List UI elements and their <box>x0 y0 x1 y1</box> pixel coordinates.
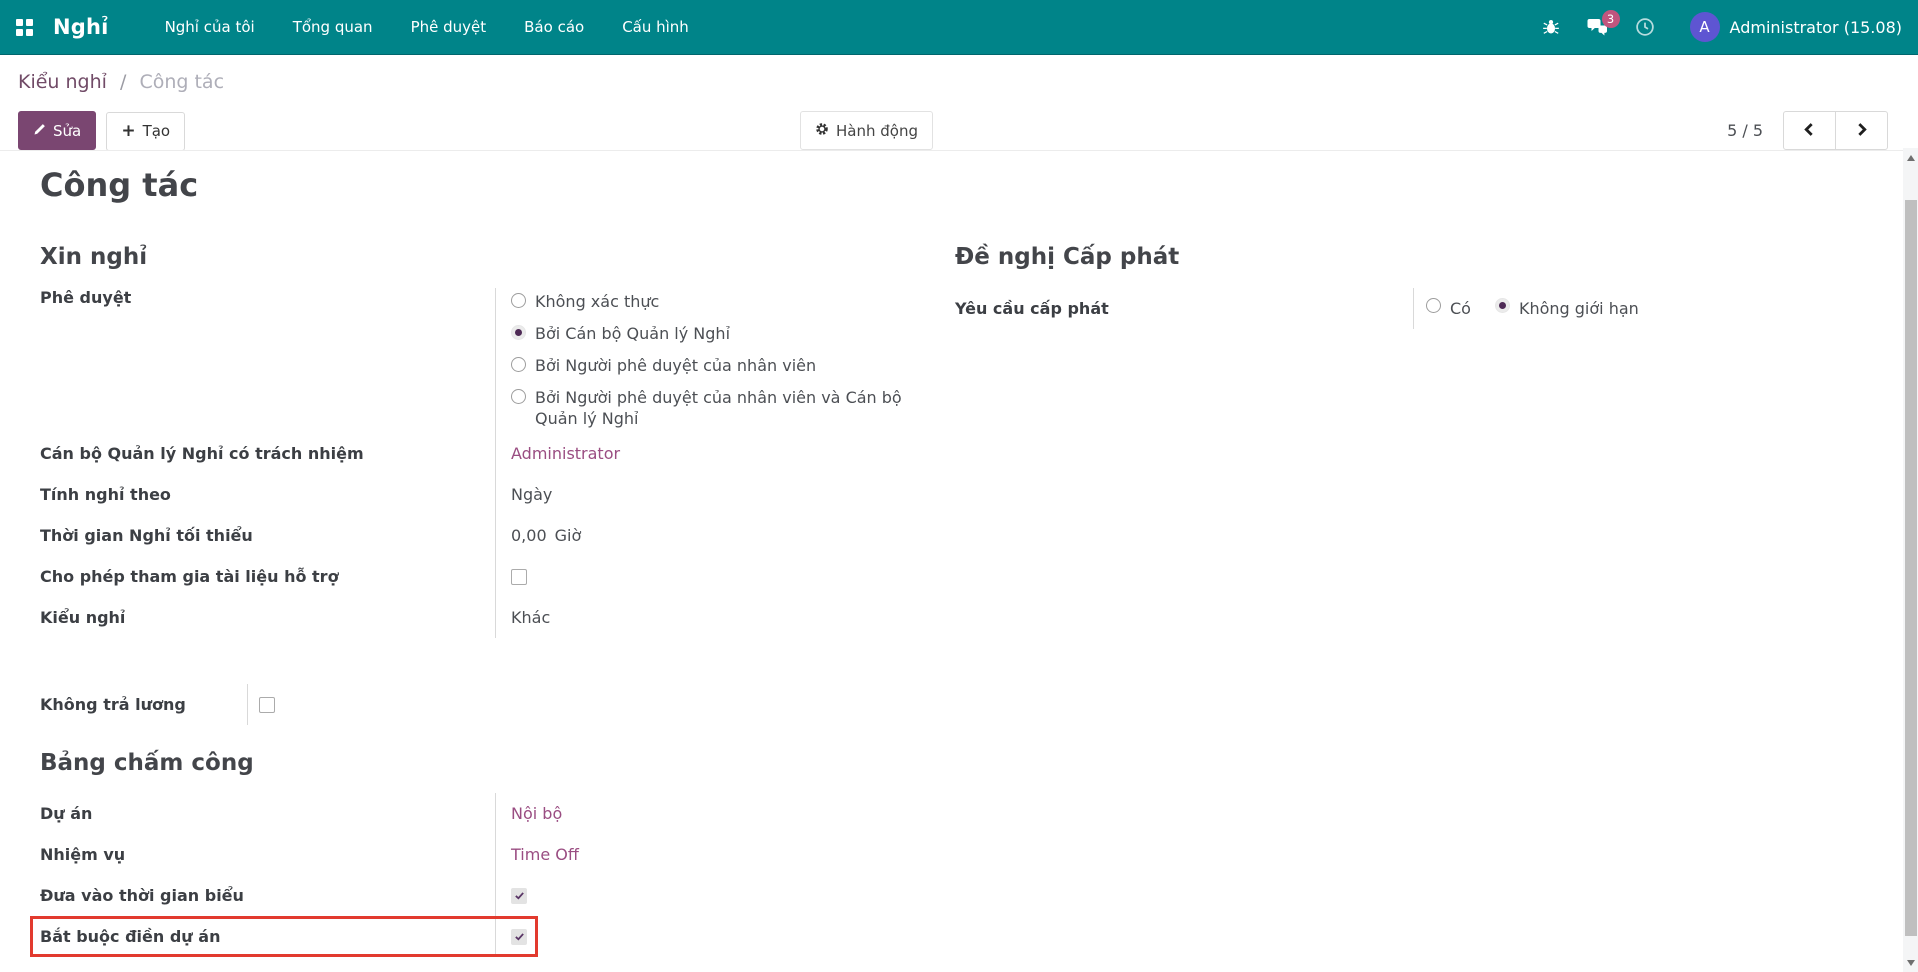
approval-radio-group: Không xác thực Bởi Cán bộ Quản lý Nghỉ B… <box>511 291 920 429</box>
top-navbar: Nghỉ Nghỉ của tôi Tổng quan Phê duyệt Bá… <box>0 0 1918 55</box>
field-label-allow-attach-document: Cho phép tham gia tài liệu hỗ trợ <box>40 567 495 586</box>
radio-option-no-validation: Không xác thực <box>511 291 920 312</box>
force-project-fill-checkbox <box>511 929 527 945</box>
radio-icon <box>511 357 526 372</box>
vertical-scrollbar[interactable] <box>1903 148 1918 972</box>
control-panel-buttons: Sửa + Tạo Hành động 5 / 5 <box>18 111 1888 150</box>
radio-selected-icon <box>1495 298 1510 313</box>
minimum-duration-value: 0,00 <box>511 526 547 545</box>
chevron-right-icon <box>1855 121 1868 140</box>
pager-count: 5 / 5 <box>1727 121 1763 140</box>
responsible-officer-link[interactable]: Administrator <box>511 444 620 463</box>
chat-unread-badge: 3 <box>1602 10 1620 28</box>
control-panel-divider <box>0 150 1918 151</box>
section-heading-timesheet: Bảng chấm công <box>40 750 254 776</box>
edit-button[interactable]: Sửa <box>18 111 96 150</box>
take-time-off-in-value: Ngày <box>511 485 552 504</box>
include-in-timesheet-checkbox <box>511 888 527 904</box>
field-label-unpaid: Không trả lương <box>40 695 247 714</box>
main-menu: Nghỉ của tôi Tổng quan Phê duyệt Báo cáo… <box>165 0 689 54</box>
user-name: Administrator (15.08) <box>1730 18 1902 37</box>
pager-previous-button[interactable] <box>1783 111 1836 150</box>
scrollbar-thumb[interactable] <box>1905 200 1917 936</box>
chevron-left-icon <box>1803 121 1816 140</box>
unpaid-checkbox <box>259 697 275 713</box>
breadcrumb-parent-link[interactable]: Kiểu nghỉ <box>18 71 107 93</box>
field-label-force-project-fill: Bắt buộc điền dự án <box>40 927 495 946</box>
check-icon <box>514 890 525 901</box>
field-label-responsible-officer: Cán bộ Quản lý Nghỉ có trách nhiệm <box>40 444 495 463</box>
field-label-task: Nhiệm vụ <box>40 845 495 864</box>
section-heading-leave-request: Xin nghỉ <box>40 244 147 270</box>
menu-item-configuration[interactable]: Cấu hình <box>622 0 689 54</box>
pencil-icon <box>33 122 46 140</box>
kind-of-leave-value: Khác <box>511 608 550 627</box>
action-menu-button[interactable]: Hành động <box>800 111 933 150</box>
messages-chat-icon[interactable]: 3 <box>1587 18 1608 36</box>
breadcrumb: Kiểu nghỉ / Công tác <box>18 71 224 93</box>
field-label-minimum-duration: Thời gian Nghỉ tối thiểu <box>40 526 495 545</box>
field-label-approval: Phê duyệt <box>40 288 495 307</box>
create-button[interactable]: + Tạo <box>106 112 185 151</box>
radio-option-by-employee-approver: Bởi Người phê duyệt của nhân viên <box>511 355 920 376</box>
menu-item-reporting[interactable]: Báo cáo <box>524 0 584 54</box>
radio-option-no-limit: Không giới hạn <box>1495 298 1639 319</box>
requires-allocation-radio-group: Có Không giới hạn <box>1426 298 1639 319</box>
radio-icon <box>1426 298 1441 313</box>
menu-item-overview[interactable]: Tổng quan <box>293 0 373 54</box>
allow-attach-document-checkbox <box>511 569 527 585</box>
menu-item-approvals[interactable]: Phê duyệt <box>411 0 487 54</box>
radio-selected-icon <box>511 325 526 340</box>
field-label-take-time-off-in: Tính nghỉ theo <box>40 485 495 504</box>
user-menu[interactable]: A Administrator (15.08) <box>1690 12 1902 42</box>
breadcrumb-separator: / <box>120 71 126 93</box>
breadcrumb-current: Công tác <box>139 71 224 93</box>
radio-option-by-time-off-officer: Bởi Cán bộ Quản lý Nghỉ <box>511 323 920 344</box>
field-label-requires-allocation: Yêu cầu cấp phát <box>955 299 1413 318</box>
radio-icon <box>511 293 526 308</box>
leave-request-field-group: Phê duyệt Không xác thực Bởi Cán bộ Quản… <box>40 288 940 638</box>
minimum-duration-unit: Giờ <box>555 526 582 545</box>
record-title: Công tác <box>40 166 198 204</box>
section-heading-allocation: Đề nghị Cấp phát <box>955 244 1179 270</box>
navbar-right: 3 A Administrator (15.08) <box>1542 12 1902 42</box>
scrollbar-down-arrow[interactable] <box>1903 955 1918 970</box>
plus-icon: + <box>121 123 135 140</box>
radio-option-by-both: Bởi Người phê duyệt của nhân viên và Cán… <box>511 387 920 429</box>
apps-menu-icon[interactable] <box>16 19 33 36</box>
scrollbar-up-arrow[interactable] <box>1903 150 1918 165</box>
field-label-kind-of-leave: Kiểu nghỉ <box>40 608 495 627</box>
app-brand[interactable]: Nghỉ <box>53 15 109 39</box>
pager: 5 / 5 <box>1727 111 1888 150</box>
activities-clock-icon[interactable] <box>1635 17 1655 37</box>
gear-icon <box>815 122 829 140</box>
menu-item-my-time-off[interactable]: Nghỉ của tôi <box>165 0 255 54</box>
timesheet-field-group: Dự án Nội bộ Nhiệm vụ Time Off Đưa vào t… <box>40 793 940 957</box>
unpaid-field-group: Không trả lương <box>40 684 440 725</box>
radio-option-yes: Có <box>1426 298 1471 319</box>
debug-bug-icon[interactable] <box>1542 18 1560 36</box>
field-label-include-in-timesheet: Đưa vào thời gian biểu <box>40 886 495 905</box>
check-icon <box>514 931 525 942</box>
user-avatar: A <box>1690 12 1720 42</box>
task-link[interactable]: Time Off <box>511 845 579 864</box>
radio-icon <box>511 389 526 404</box>
pager-next-button[interactable] <box>1835 111 1888 150</box>
field-label-project: Dự án <box>40 804 495 823</box>
project-link[interactable]: Nội bộ <box>511 804 562 823</box>
allocation-field-group: Yêu cầu cấp phát Có Không giới hạn <box>955 288 1890 329</box>
